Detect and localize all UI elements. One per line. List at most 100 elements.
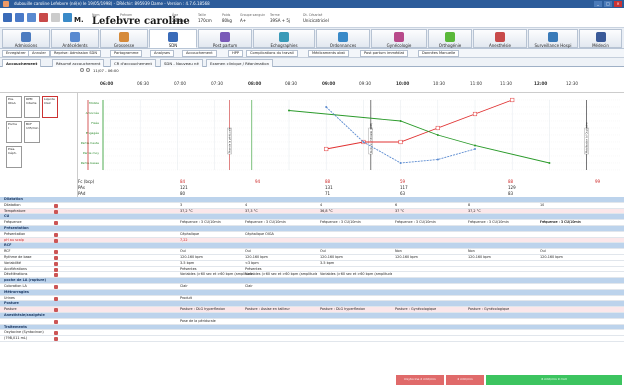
post-partum-immediat-button[interactable]: Post partum immédiat bbox=[360, 50, 409, 57]
edit-icon[interactable] bbox=[54, 337, 58, 342]
cell-value[interactable]: 4 bbox=[245, 203, 247, 209]
complications-button[interactable]: Complications du travail bbox=[246, 50, 298, 57]
cell-value[interactable]: 120-160 bpm bbox=[540, 255, 563, 261]
cell-value[interactable]: Fréquence : 3 CU/10min bbox=[540, 220, 581, 226]
tab-echographies[interactable]: Echographies bbox=[253, 29, 315, 48]
cell-value[interactable]: 120-160 bpm bbox=[320, 255, 343, 261]
cell-value[interactable]: Présentes bbox=[245, 267, 262, 273]
cell-value[interactable]: 4 bbox=[320, 203, 322, 209]
save-icon[interactable] bbox=[27, 13, 36, 22]
tab-sdn[interactable]: SDN bbox=[149, 29, 197, 48]
perfusion-segment[interactable]: Oxytocine 2 mUI/min bbox=[396, 375, 444, 385]
cell-value[interactable]: Posture : Gynécologique bbox=[395, 307, 436, 313]
edit-icon[interactable] bbox=[54, 255, 58, 260]
cell-value[interactable]: Non bbox=[468, 249, 475, 255]
minimize-button[interactable]: _ bbox=[594, 1, 602, 7]
print-icon[interactable] bbox=[15, 13, 24, 22]
subtab-sdn-nouveau-ne[interactable]: SDN - Nouveau né bbox=[160, 59, 203, 67]
edit-icon[interactable] bbox=[54, 209, 58, 214]
edit-icon[interactable] bbox=[54, 261, 58, 266]
cell-value[interactable]: 37,3 °C bbox=[245, 209, 258, 215]
cell-value[interactable]: Céphalique OIGA bbox=[245, 232, 274, 238]
cell-value[interactable]: 120-160 bpm bbox=[395, 255, 418, 261]
perfusion-segment[interactable]: 4 mUI/min bbox=[446, 375, 484, 385]
cell-value[interactable]: <3 bpm bbox=[245, 261, 259, 267]
cell-value[interactable]: Posture : DLG hyperflexion bbox=[180, 307, 225, 313]
cell-value[interactable]: Posture : Assise en tailleur bbox=[245, 307, 290, 313]
close-button[interactable]: × bbox=[614, 1, 622, 7]
cell-value[interactable]: Produit bbox=[180, 296, 192, 302]
cell-value[interactable]: Fréquence : 3 CU/10min bbox=[180, 220, 221, 226]
edit-icon[interactable] bbox=[54, 267, 58, 272]
cell-value[interactable]: Oui bbox=[540, 249, 546, 255]
cell-value[interactable]: 7,22 bbox=[180, 238, 188, 244]
save-button[interactable]: Enregistrer bbox=[2, 50, 30, 57]
tab-antecedents[interactable]: Antécédents bbox=[51, 29, 99, 48]
partogramme-button[interactable]: Partogramme bbox=[110, 50, 143, 57]
edit-icon[interactable] bbox=[54, 250, 58, 255]
edit-icon[interactable] bbox=[54, 319, 58, 324]
subtab-examen-clinique[interactable]: Examen clinique / Réanimation bbox=[206, 59, 274, 67]
cell-value[interactable]: 120-160 bpm bbox=[180, 255, 203, 261]
perfusion-segment[interactable]: 6 mUI/min 9 mUI bbox=[486, 375, 622, 385]
cell-value[interactable]: 3-5 bpm bbox=[320, 261, 334, 267]
tab-grossesse[interactable]: Grossesse bbox=[100, 29, 148, 48]
cell-value[interactable]: 37,2 °C bbox=[180, 209, 193, 215]
cell-value[interactable]: 3-5 bpm bbox=[180, 261, 194, 267]
maximize-button[interactable]: □ bbox=[604, 1, 612, 7]
cell-value[interactable]: Oui bbox=[320, 249, 326, 255]
cell-value[interactable]: 10 bbox=[540, 203, 544, 209]
cell-value[interactable]: Clair bbox=[245, 284, 253, 290]
cell-value[interactable]: Non bbox=[395, 249, 402, 255]
cancel-button[interactable]: Annuler bbox=[28, 50, 50, 57]
cell-value[interactable]: Clair bbox=[180, 284, 188, 290]
cell-value[interactable]: Posture : Gynécologique bbox=[468, 307, 509, 313]
cell-value[interactable]: Fréquence : 3 CU/10min bbox=[320, 220, 361, 226]
tab-orthogenie[interactable]: Orthogénie bbox=[428, 29, 472, 48]
cell-value[interactable]: Fréquence : 3 CU/10min bbox=[395, 220, 436, 226]
home-icon[interactable] bbox=[3, 13, 12, 22]
edit-icon[interactable] bbox=[54, 232, 58, 237]
edit-icon[interactable] bbox=[54, 331, 58, 336]
subtab-resume[interactable]: Résumé accouchement bbox=[52, 59, 105, 67]
cell-value[interactable]: Pose de la péridurale bbox=[180, 319, 216, 325]
edit-icon[interactable] bbox=[54, 296, 58, 301]
hpp-button[interactable]: HPP bbox=[228, 50, 244, 57]
medicaments-button[interactable]: Médicaments obst bbox=[308, 50, 349, 57]
edit-icon[interactable] bbox=[54, 238, 58, 243]
cell-value[interactable]: Oui bbox=[245, 249, 251, 255]
nav-back-icon[interactable] bbox=[80, 68, 84, 72]
tab-admissions[interactable]: Admissions bbox=[2, 29, 50, 48]
cell-value[interactable]: 120-160 bpm bbox=[245, 255, 268, 261]
edit-icon[interactable] bbox=[54, 221, 58, 226]
cell-value[interactable]: Fréquence : 3 CU/10min bbox=[468, 220, 509, 226]
tab-ordonnances[interactable]: Ordonnances bbox=[316, 29, 370, 48]
cell-value[interactable]: 37 °C bbox=[395, 209, 404, 215]
cell-value[interactable]: Variables (>60 sec et >60 bpm (amplitude… bbox=[180, 272, 252, 278]
cell-value[interactable]: Oui bbox=[180, 249, 186, 255]
cell-value[interactable]: Céphalique bbox=[180, 232, 199, 238]
cell-value[interactable]: Présentes bbox=[180, 267, 197, 273]
tab-surveillance-hospi[interactable]: Surveillance Hospi bbox=[528, 29, 578, 48]
cell-value[interactable]: Variables (>60 sec et >60 bpm (amplitude… bbox=[245, 272, 317, 278]
cell-value[interactable]: Variables (>60 sec et >60 bpm (amplitude… bbox=[320, 272, 392, 278]
tab-medecin[interactable]: Médecin bbox=[579, 29, 622, 48]
cell-value[interactable]: Posture : DLG hyperflexion bbox=[320, 307, 365, 313]
cell-value[interactable]: 6 bbox=[395, 203, 397, 209]
nav-forward-icon[interactable] bbox=[86, 68, 90, 72]
tab-post-partum[interactable]: Post partum bbox=[198, 29, 252, 48]
cell-value[interactable]: 37,2 °C bbox=[468, 209, 481, 215]
edit-icon[interactable] bbox=[54, 203, 58, 208]
cell-value[interactable]: 8 bbox=[468, 203, 470, 209]
edit-icon[interactable] bbox=[54, 273, 58, 278]
help-icon[interactable] bbox=[51, 13, 60, 22]
reprise-button[interactable]: Reprise: Admission SDN bbox=[50, 50, 102, 57]
cell-value[interactable]: 36,8 °C bbox=[320, 209, 333, 215]
tab-gynecologie[interactable]: Gynécologie bbox=[371, 29, 427, 48]
tab-anesthesie[interactable]: Anesthésie bbox=[473, 29, 527, 48]
edit-icon[interactable] bbox=[54, 284, 58, 289]
donnees-manuelle-button[interactable]: Données Manuelle bbox=[418, 50, 460, 57]
cell-value[interactable]: 3 bbox=[180, 203, 182, 209]
cell-value[interactable]: Fréquence : 3 CU/10min bbox=[245, 220, 286, 226]
subtab-accouchement[interactable]: Accouchement bbox=[2, 59, 42, 67]
